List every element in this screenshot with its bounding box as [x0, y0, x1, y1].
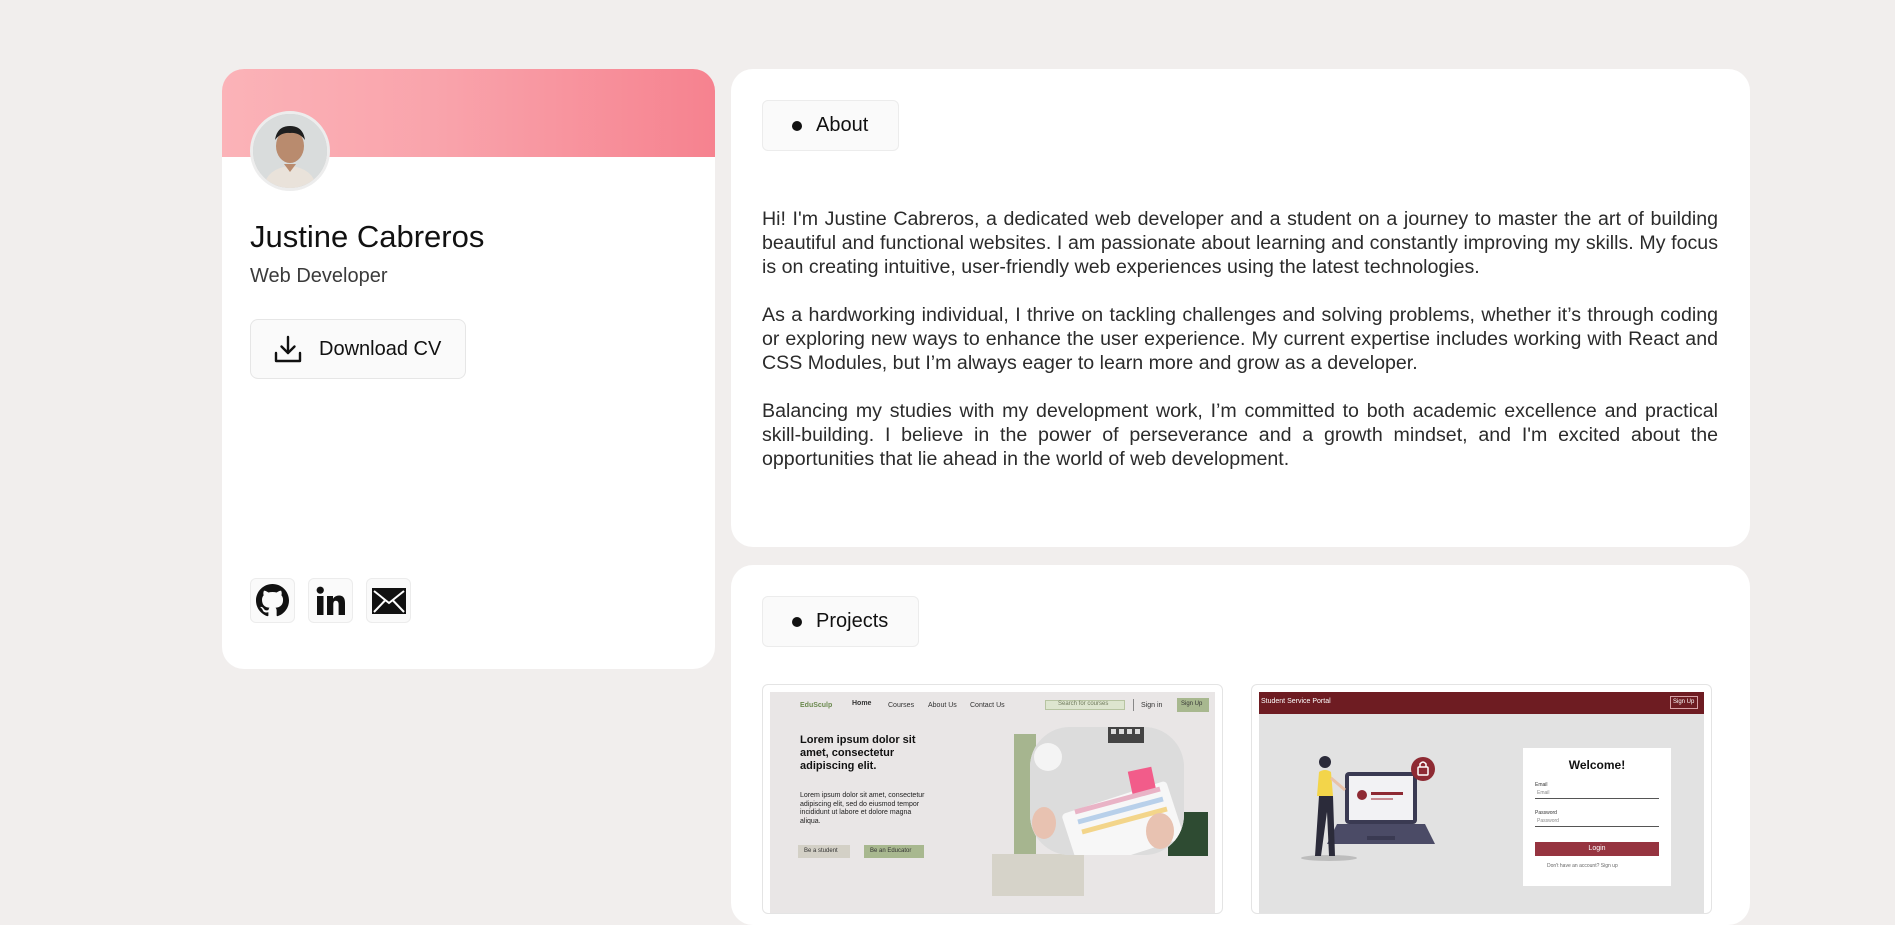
github-icon — [256, 584, 289, 617]
email-link[interactable] — [366, 578, 411, 623]
preview-portal-header: Student Service Portal Sign Up — [1259, 692, 1704, 714]
preview-login-button: Login — [1535, 842, 1659, 856]
preview-nav-item: Home — [852, 700, 872, 707]
about-text: Hi! I'm Justine Cabreros, a dedicated we… — [762, 207, 1718, 495]
profile-role: Web Developer — [250, 265, 388, 287]
preview-headline: Lorem ipsum dolor sit amet, consectetur … — [800, 734, 916, 772]
preview-password-field: Password — [1535, 818, 1659, 827]
project-preview-edusculp: EduSculp Home Courses About Us Contact U… — [770, 692, 1215, 913]
preview-student-label: Be a student — [804, 848, 838, 854]
about-paragraph: Hi! I'm Justine Cabreros, a dedicated we… — [762, 208, 1718, 278]
linkedin-link[interactable] — [308, 578, 353, 623]
preview-email-placeholder: Email — [1537, 790, 1550, 796]
preview-brand: EduSculp — [800, 702, 833, 709]
projects-heading: Projects — [762, 596, 920, 647]
preview-login-label: Login — [1588, 845, 1606, 852]
preview-signin: Sign in — [1141, 702, 1163, 709]
laptop-illustration — [1301, 756, 1435, 861]
preview-divider — [1133, 699, 1134, 711]
preview-beige-block — [992, 854, 1084, 896]
preview-student-button: Be a student — [798, 845, 850, 858]
download-icon — [273, 334, 303, 364]
preview-email-field: Email — [1535, 790, 1659, 799]
linkedin-icon — [314, 584, 348, 618]
mail-icon — [371, 587, 407, 615]
social-links — [250, 578, 411, 623]
preview-body: Lorem ipsum dolor sit amet, consectetur … — [800, 792, 925, 825]
preview-portal-title: Student Service Portal — [1261, 698, 1331, 705]
preview-photo — [1030, 727, 1184, 855]
project-card-student-portal[interactable]: Student Service Portal Sign Up Welcome! … — [1251, 684, 1712, 914]
github-link[interactable] — [250, 578, 295, 623]
projects-title: Projects — [816, 610, 889, 632]
preview-welcome: Welcome! — [1568, 758, 1626, 772]
about-paragraph: As a hardworking individual, I thrive on… — [762, 304, 1718, 374]
preview-password-label: Password — [1535, 810, 1557, 816]
preview-signup: Sign Up — [1177, 698, 1209, 712]
preview-login-footer: Don't have an account? Sign up — [1547, 863, 1618, 869]
project-preview-student-portal: Student Service Portal Sign Up Welcome! … — [1259, 692, 1704, 913]
avatar — [250, 111, 330, 191]
download-cv-button[interactable]: Download CV — [250, 319, 466, 379]
preview-signup-label: Sign Up — [1181, 701, 1203, 707]
bullet-icon — [792, 616, 802, 627]
preview-portal-signup: Sign Up — [1670, 696, 1698, 709]
preview-educator-button: Be an Educator — [864, 845, 924, 858]
about-paragraph: Balancing my studies with my development… — [762, 400, 1718, 470]
preview-email-label: Email — [1535, 782, 1548, 788]
preview-educator-label: Be an Educator — [870, 848, 912, 854]
download-cv-label: Download CV — [319, 337, 442, 360]
preview-login-form: Welcome! Email Email Password Password L… — [1523, 748, 1671, 886]
about-title: About — [816, 114, 869, 136]
projects-card: Projects EduSculp Home Courses About Us … — [731, 565, 1750, 925]
preview-search: Search for courses — [1045, 700, 1125, 710]
bullet-icon — [792, 120, 802, 131]
about-heading: About — [762, 100, 900, 151]
preview-nav-item: Courses — [888, 702, 915, 709]
preview-portal-signup-label: Sign Up — [1673, 699, 1695, 705]
profile-name: Justine Cabreros — [250, 219, 485, 254]
preview-nav-item: About Us — [928, 702, 957, 709]
profile-card: Justine Cabreros Web Developer Download … — [222, 69, 715, 669]
preview-password-placeholder: Password — [1537, 818, 1559, 824]
project-card-edusculp[interactable]: EduSculp Home Courses About Us Contact U… — [762, 684, 1223, 914]
preview-search-placeholder: Search for courses — [1058, 701, 1109, 707]
about-card: About Hi! I'm Justine Cabreros, a dedica… — [731, 69, 1750, 547]
preview-nav-item: Contact Us — [970, 702, 1005, 709]
